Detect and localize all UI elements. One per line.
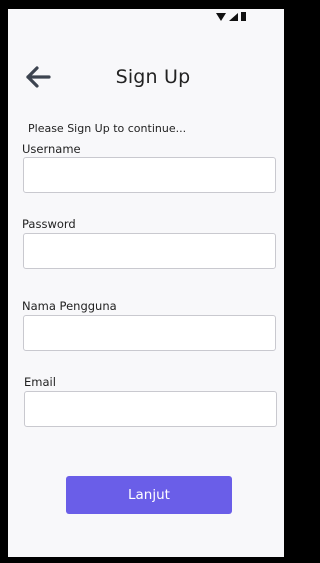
page-title: Sign Up: [8, 66, 284, 88]
nama-pengguna-label: Nama Pengguna: [22, 299, 117, 313]
lanjut-button[interactable]: Lanjut: [66, 476, 232, 514]
status-bar: [8, 9, 284, 27]
password-label: Password: [22, 217, 76, 231]
username-label: Username: [22, 142, 81, 156]
page-title-text: Sign Up: [115, 66, 191, 88]
email-input[interactable]: [24, 391, 277, 427]
status-icons: [216, 12, 246, 21]
email-label: Email: [24, 375, 56, 389]
phone-screen: Sign Up Please Sign Up to continue... Us…: [8, 9, 284, 557]
password-input[interactable]: [23, 233, 276, 269]
form-subtitle: Please Sign Up to continue...: [28, 122, 187, 135]
wifi-icon: [216, 12, 226, 21]
battery-icon: [241, 12, 246, 21]
nama-pengguna-input[interactable]: [23, 315, 276, 351]
username-input[interactable]: [23, 157, 276, 193]
signal-icon: [229, 12, 238, 21]
